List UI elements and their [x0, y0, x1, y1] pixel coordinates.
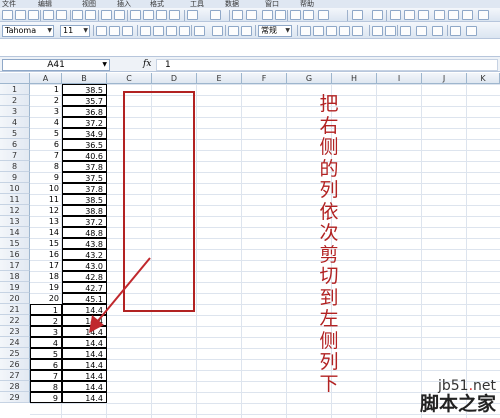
- brand-watermark: 脚本之家: [419, 393, 496, 415]
- annotation-arrow: [89, 257, 151, 333]
